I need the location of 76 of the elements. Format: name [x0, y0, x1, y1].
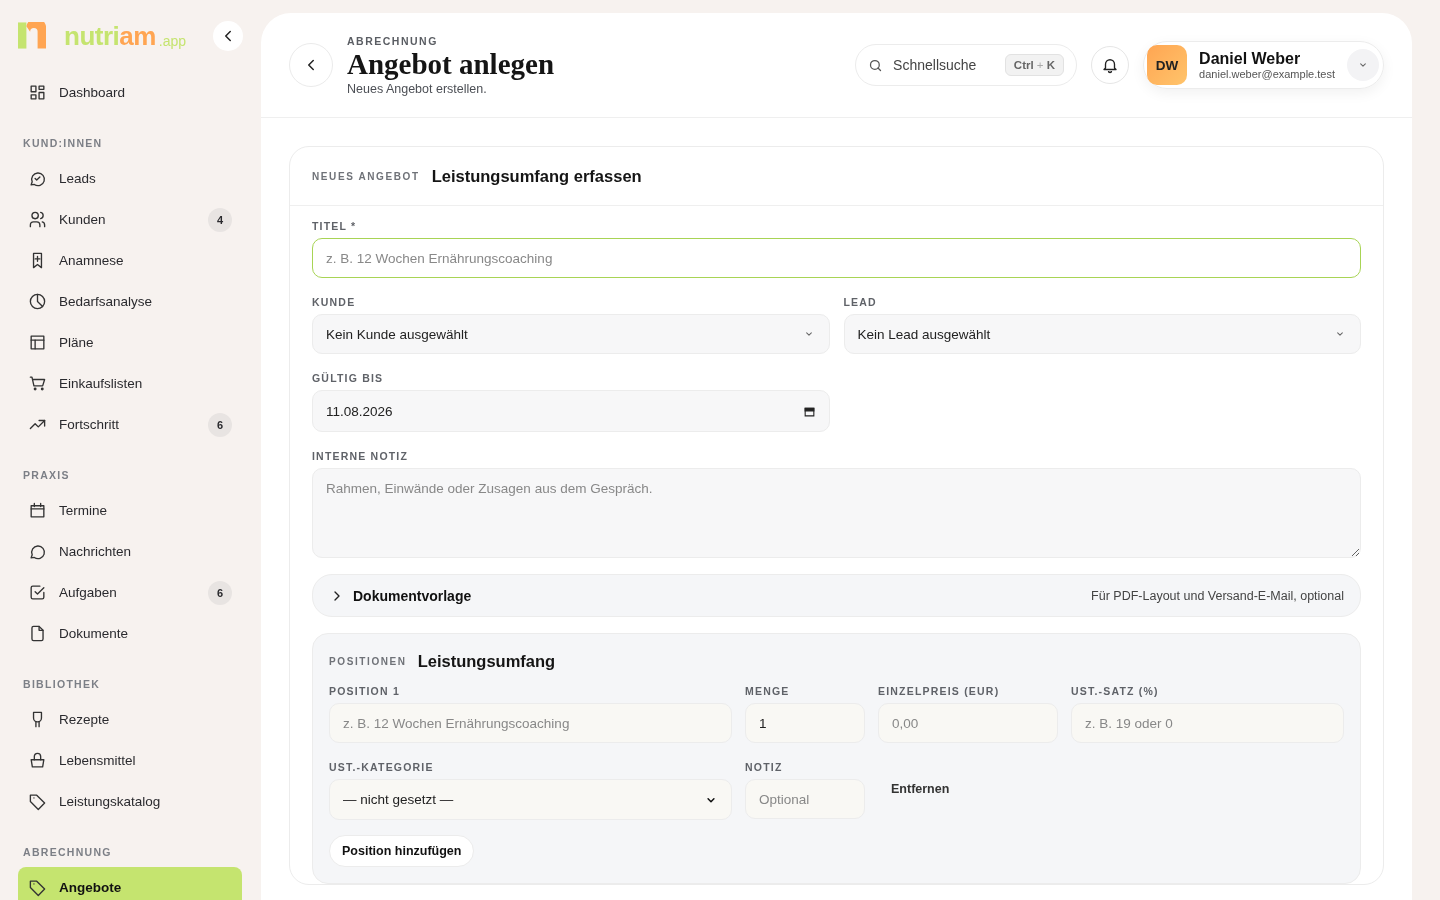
section-heading: ABRECHNUNG	[22, 845, 113, 860]
logo-wordmark: nutriam	[64, 20, 156, 52]
count-badge: 6	[208, 580, 232, 605]
users-icon	[28, 210, 47, 229]
select-field[interactable]: Kein Kunde ausgewählt	[312, 314, 830, 354]
section-title: Leistungsumfang erfassen	[431, 166, 642, 186]
nav-item[interactable]: Pläne	[18, 322, 242, 363]
nav-item[interactable]: Anamnese	[18, 240, 242, 281]
nav-item[interactable]: Termine	[18, 490, 242, 531]
field-label: POSITION 1	[329, 684, 401, 699]
breadcrumb-label: ABRECHNUNG	[347, 34, 439, 47]
logo-icon	[18, 21, 46, 49]
field-label: LEAD	[843, 295, 878, 310]
checkbox-icon	[28, 583, 47, 602]
logo-suffix: .app	[158, 33, 187, 49]
nav-item[interactable]: Einkaufslisten	[18, 363, 242, 404]
remove-button[interactable]: Entfernen	[891, 782, 950, 796]
count-badge: 4	[208, 207, 232, 232]
section-title: Leistungsumfang	[417, 652, 556, 671]
search-field[interactable]: Schnellsuche	[891, 56, 997, 74]
nav-item[interactable]: Nachrichten	[18, 531, 242, 572]
user-name: Daniel Weber	[1199, 50, 1302, 68]
cart-icon	[28, 374, 47, 393]
field-label: KUNDE	[312, 295, 357, 310]
section-heading: BIBLIOTHEK	[22, 677, 102, 692]
section-heading: PRAXIS	[22, 468, 71, 483]
input-field[interactable]: 1	[745, 703, 865, 743]
calendar-icon	[28, 501, 47, 520]
section-eyebrow: NEUES ANGEBOT	[312, 170, 420, 182]
input-field[interactable]: z. B. 12 Wochen Ernährungscoaching	[312, 238, 1361, 278]
nav-item[interactable]: Fortschritt 6	[18, 404, 242, 445]
nav-item[interactable]: Dokumente	[18, 613, 242, 654]
nav-item[interactable]: Bedarfsanalyse	[18, 281, 242, 322]
collapse-button[interactable]	[213, 20, 243, 51]
nav-item[interactable]: Lebensmittel	[18, 740, 242, 781]
field-label: UST.-KATEGORIE	[329, 760, 435, 775]
tag-icon	[28, 878, 47, 897]
nav-item[interactable]: Aufgaben 6	[18, 572, 242, 613]
nav-item[interactable]: Rezepte	[18, 699, 242, 740]
select-field[interactable]: — nicht gesetzt —	[329, 779, 732, 820]
nav-item[interactable]: Angebote	[18, 867, 242, 900]
page-title: Angebot anlegen	[347, 49, 556, 79]
field-label: INTERNE NOTIZ	[312, 449, 410, 464]
count-badge: 6	[208, 412, 232, 437]
table-icon	[28, 333, 47, 352]
chat-icon	[28, 542, 47, 561]
search-icon	[868, 57, 884, 73]
pie-icon	[28, 292, 47, 311]
field-label: EINZELPREIS (EUR)	[878, 684, 1001, 699]
chat-check-icon	[28, 169, 47, 188]
field-label: NOTIZ	[745, 760, 784, 775]
template-toggle[interactable]: Dokumentvorlage Für PDF-Layout und Versand-E-Mail, optional	[312, 574, 1361, 617]
field-label: GÜLTIG BIS	[312, 371, 385, 386]
nav-item[interactable]: Dashboard	[18, 72, 242, 113]
user-email: daniel.weber@example.test	[1199, 68, 1335, 80]
date-field[interactable]: 11.08.2026	[312, 390, 830, 432]
basket-icon	[28, 751, 47, 770]
nav-item[interactable]: Leads	[18, 158, 242, 199]
bell-icon	[1101, 56, 1120, 74]
avatar: DW	[1147, 45, 1188, 85]
document-icon	[28, 624, 47, 643]
shortcut-hint: Ctrl + K	[1004, 54, 1065, 76]
section-eyebrow: POSITIONEN	[329, 656, 407, 667]
nav-item[interactable]: Leistungskatalog	[18, 781, 242, 822]
field-label: TITEL *	[312, 219, 358, 234]
notifications-button[interactable]	[1091, 46, 1130, 84]
select-field[interactable]: Kein Lead ausgewählt	[843, 314, 1361, 354]
field-label: MENGE	[745, 684, 791, 699]
textarea-field[interactable]: Rahmen, Einwände oder Zusagen aus dem Gespräch.	[312, 468, 1361, 558]
add-position-button[interactable]: Position hinzufügen	[329, 835, 475, 867]
field-label: UST.-SATZ (%)	[1071, 684, 1160, 699]
section-heading: KUND:INNEN	[22, 136, 104, 151]
grid-icon	[28, 83, 47, 102]
nav-item[interactable]: Kunden 4	[18, 199, 242, 240]
tag-icon	[28, 792, 47, 811]
page-subtitle: Neues Angebot erstellen.	[347, 81, 488, 96]
